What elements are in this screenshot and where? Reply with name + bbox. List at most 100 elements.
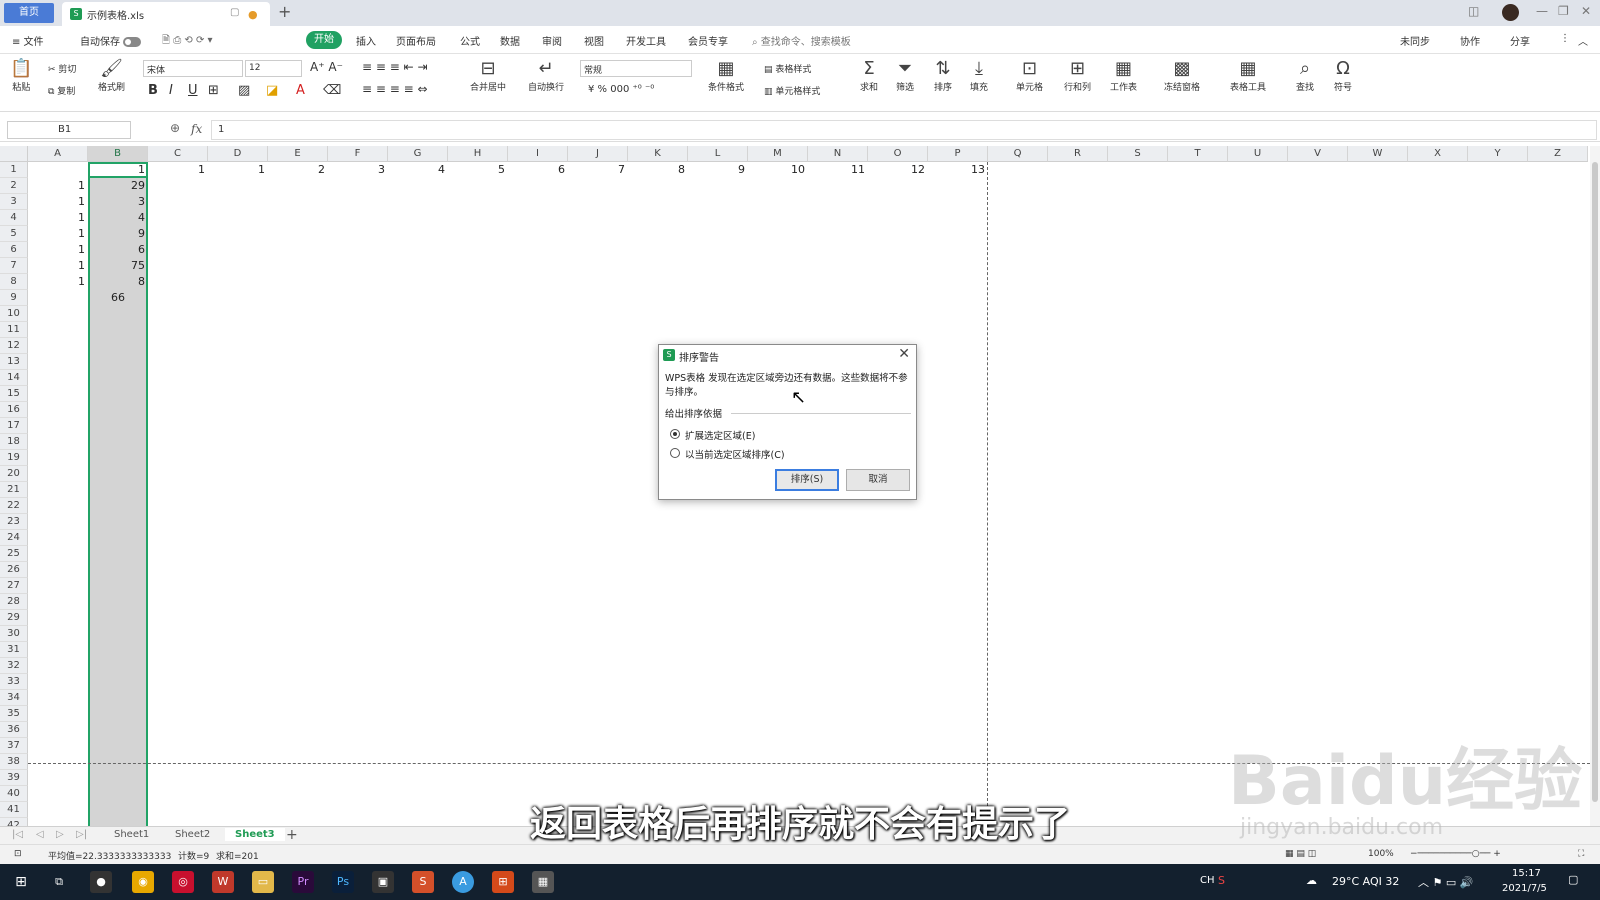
cell-a2[interactable]: 1 (28, 178, 88, 194)
cell-a4[interactable]: 1 (28, 210, 88, 226)
row-header-23[interactable]: 23 (0, 514, 28, 530)
row-header-27[interactable]: 27 (0, 578, 28, 594)
tab-formula[interactable]: 公式 (460, 33, 480, 48)
row-header-32[interactable]: 32 (0, 658, 28, 674)
cell-g1[interactable]: 4 (388, 162, 448, 178)
wrap-text-button[interactable]: ↵ 自动换行 (528, 58, 564, 93)
cell-h1[interactable]: 5 (448, 162, 508, 178)
cell-a3[interactable]: 1 (28, 194, 88, 210)
row-header-5[interactable]: 5 (0, 226, 28, 242)
notification-icon[interactable]: ▢ (1568, 873, 1578, 886)
app-icon-5[interactable]: ▦ (532, 871, 554, 893)
spreadsheet-app-icon[interactable]: S (412, 871, 434, 893)
row-header-38[interactable]: 38 (0, 754, 28, 770)
more-icon[interactable]: ⋮ (1560, 33, 1570, 44)
chrome-icon[interactable]: ◉ (132, 871, 154, 893)
column-header-a[interactable]: A (28, 146, 88, 162)
clock-date[interactable]: 2021/7/5 (1502, 883, 1547, 894)
cell-p1[interactable]: 13 (928, 162, 988, 178)
underline-icon[interactable]: U (188, 83, 198, 98)
cell-k1[interactable]: 8 (628, 162, 688, 178)
row-header-18[interactable]: 18 (0, 434, 28, 450)
row-header-28[interactable]: 28 (0, 594, 28, 610)
cut-button[interactable]: ✂ 剪切 (48, 62, 76, 75)
cell-b1[interactable]: 1 (88, 162, 148, 178)
column-header-w[interactable]: W (1348, 146, 1408, 162)
app-icon-3[interactable]: A (452, 871, 474, 893)
zoom-slider[interactable]: −──────────○── + (1410, 849, 1501, 859)
table-style-button[interactable]: ▤ 表格样式 (764, 62, 811, 75)
column-header-t[interactable]: T (1168, 146, 1228, 162)
format-painter-button[interactable]: 🖌 格式刷 (98, 58, 125, 93)
language-indicator[interactable]: CH (1200, 875, 1215, 886)
cell-button[interactable]: ⊡ 单元格 (1016, 58, 1043, 93)
wps-icon[interactable]: W (212, 871, 234, 893)
font-select[interactable]: 宋体 (143, 60, 243, 77)
column-header-e[interactable]: E (268, 146, 328, 162)
fx-icon[interactable]: fx (191, 122, 202, 136)
weibo-icon[interactable]: ◎ (172, 871, 194, 893)
italic-icon[interactable]: I (169, 83, 173, 98)
scrollbar-thumb[interactable] (1592, 162, 1598, 802)
align-horizontal-icons[interactable]: ≡ ≡ ≡ ≡ ⇔ (362, 82, 428, 96)
column-header-c[interactable]: C (148, 146, 208, 162)
column-header-z[interactable]: Z (1528, 146, 1588, 162)
row-header-2[interactable]: 2 (0, 178, 28, 194)
cell-m1[interactable]: 10 (748, 162, 808, 178)
macro-icon[interactable]: ⊡ (14, 849, 22, 859)
cell-a7[interactable]: 1 (28, 258, 88, 274)
eraser-icon[interactable]: ⌫ (323, 83, 341, 98)
home-tab[interactable]: 首页 (4, 3, 54, 23)
column-header-m[interactable]: M (748, 146, 808, 162)
merge-center-button[interactable]: ⊟ 合并居中 (470, 58, 506, 93)
share-button[interactable]: 分享 (1510, 33, 1530, 48)
app-icon-2[interactable]: ▣ (372, 871, 394, 893)
fill-button[interactable]: ⤓ 填充 (970, 58, 988, 93)
column-header-s[interactable]: S (1108, 146, 1168, 162)
cell-b9[interactable]: 66 (88, 290, 148, 306)
row-header-4[interactable]: 4 (0, 210, 28, 226)
cell-j1[interactable]: 7 (568, 162, 628, 178)
row-header-22[interactable]: 22 (0, 498, 28, 514)
column-header-f[interactable]: F (328, 146, 388, 162)
cell-e1[interactable]: 2 (268, 162, 328, 178)
close-window-icon[interactable]: ✕ (1581, 4, 1591, 18)
row-header-12[interactable]: 12 (0, 338, 28, 354)
column-header-q[interactable]: Q (988, 146, 1048, 162)
tab-start[interactable]: 开始 (306, 31, 342, 49)
cell-l1[interactable]: 9 (688, 162, 748, 178)
cell-b6[interactable]: 6 (88, 242, 148, 258)
current-selection-radio[interactable] (670, 448, 680, 458)
file-menu[interactable]: ≡ 文件 (12, 33, 44, 48)
row-header-24[interactable]: 24 (0, 530, 28, 546)
row-header-39[interactable]: 39 (0, 770, 28, 786)
row-header-10[interactable]: 10 (0, 306, 28, 322)
column-header-o[interactable]: O (868, 146, 928, 162)
column-header-r[interactable]: R (1048, 146, 1108, 162)
new-tab-button[interactable]: + (278, 2, 291, 21)
cancel-button[interactable]: 取消 (846, 469, 910, 491)
collapse-ribbon-icon[interactable]: ︿ (1578, 33, 1588, 48)
tab-data[interactable]: 数据 (500, 33, 520, 48)
paste-button[interactable]: 📋 粘贴 (10, 58, 32, 93)
tab-review[interactable]: 审阅 (542, 33, 562, 48)
column-header-u[interactable]: U (1228, 146, 1288, 162)
name-box[interactable]: B1 (7, 121, 131, 139)
cell-b3[interactable]: 3 (88, 194, 148, 210)
column-header-y[interactable]: Y (1468, 146, 1528, 162)
minimize-icon[interactable]: — (1536, 4, 1548, 18)
folder-icon[interactable]: ▭ (252, 871, 274, 893)
row-header-36[interactable]: 36 (0, 722, 28, 738)
tab-insert[interactable]: 插入 (356, 33, 376, 48)
app-icon-4[interactable]: ⊞ (492, 871, 514, 893)
font-size-select[interactable]: 12 (245, 60, 302, 77)
cell-d1[interactable]: 1 (208, 162, 268, 178)
sync-button[interactable]: 未同步 (1400, 33, 1430, 48)
row-header-7[interactable]: 7 (0, 258, 28, 274)
toggle-icon[interactable] (123, 37, 141, 47)
symbol-button[interactable]: Ω 符号 (1334, 58, 1352, 93)
row-header-16[interactable]: 16 (0, 402, 28, 418)
windows-start-icon[interactable]: ⊞ (10, 871, 32, 893)
expand-selection-label[interactable]: 扩展选定区域(E) (685, 428, 755, 442)
row-header-3[interactable]: 3 (0, 194, 28, 210)
